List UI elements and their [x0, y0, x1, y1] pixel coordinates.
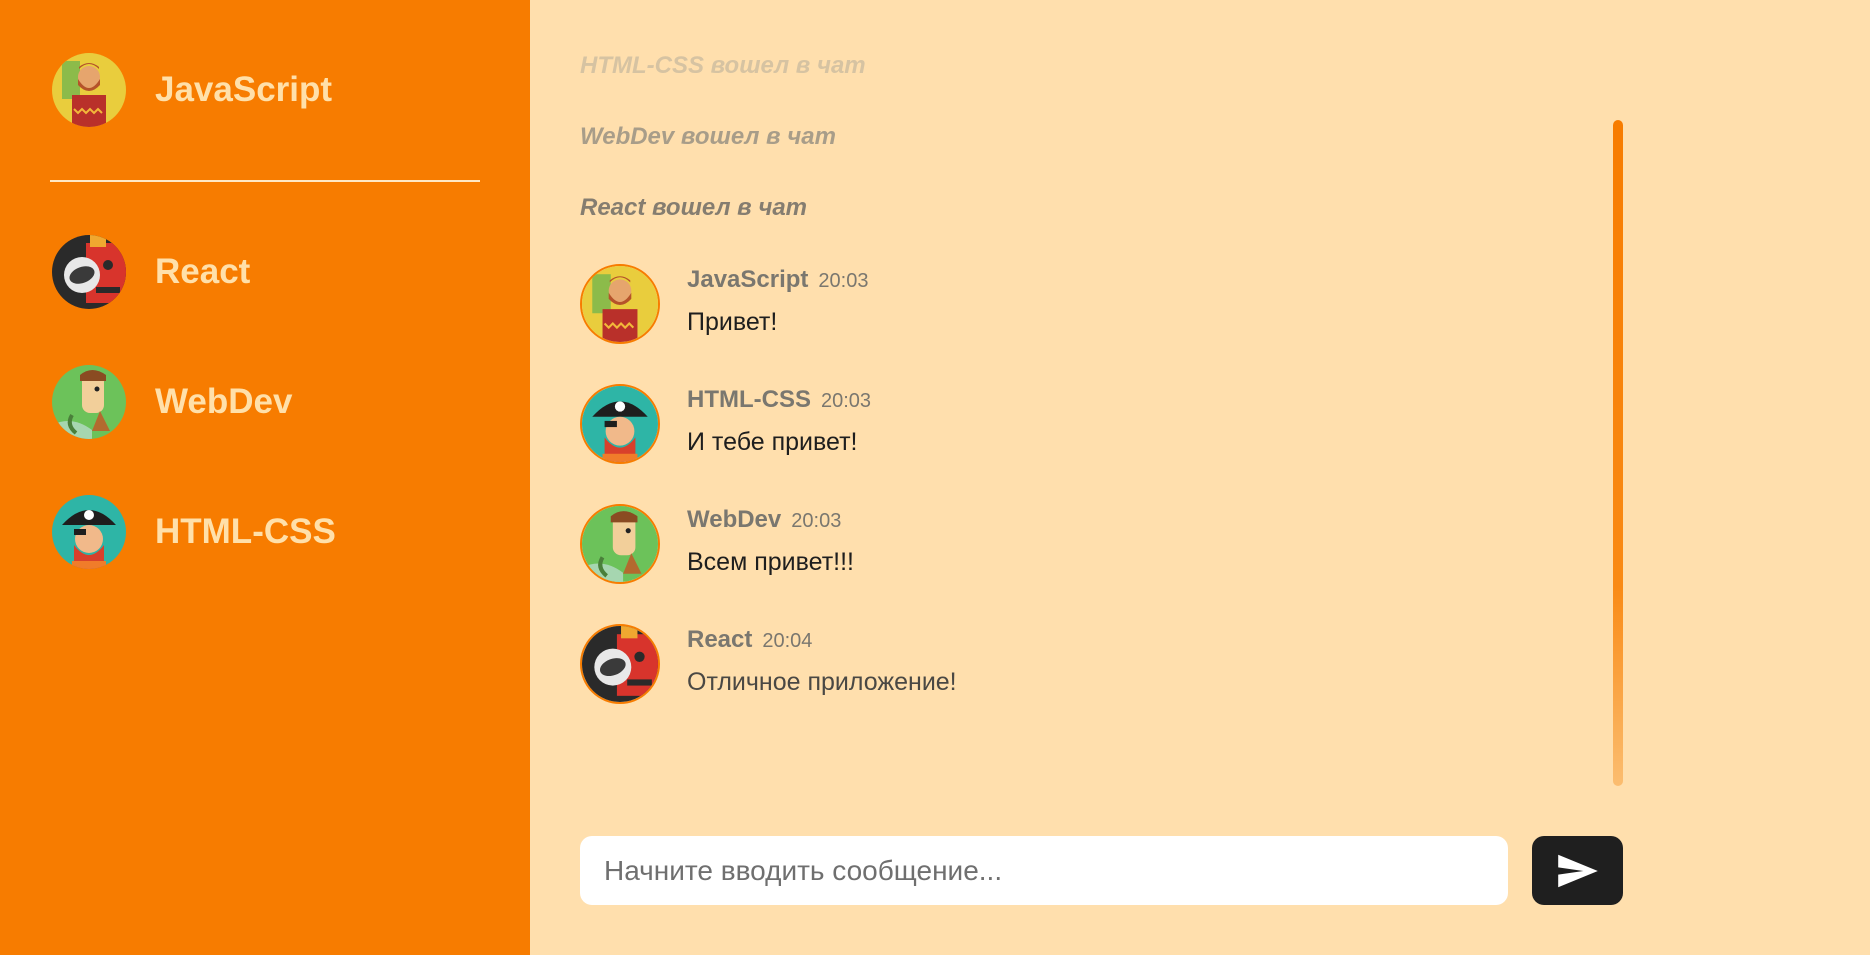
user-name: HTML-CSS: [155, 512, 336, 551]
message-scrollbar[interactable]: [1613, 120, 1623, 786]
message-time: 20:03: [820, 390, 872, 412]
message-author: React: [687, 626, 753, 653]
message-composer: [580, 836, 1508, 905]
user-item-react[interactable]: React: [52, 234, 336, 310]
user-item-html-css[interactable]: HTML-CSS: [52, 494, 336, 570]
message-item: HTML-CSS 20:03 И тебе привет!: [580, 384, 957, 464]
current-user-name: JavaScript: [155, 70, 333, 109]
message-text: Привет!: [687, 308, 778, 336]
green-adventurer-avatar-icon: [580, 504, 660, 584]
system-message: WebDev вошел в чат: [580, 123, 836, 150]
message-time: 20:03: [818, 270, 869, 292]
green-adventurer-avatar-icon: [52, 365, 126, 439]
send-button[interactable]: [1532, 836, 1623, 905]
bearded-hiker-avatar-icon: [52, 53, 126, 127]
chat-panel: HTML-CSS вошел в чат WebDev вошел в чат …: [530, 0, 1870, 955]
user-name: React: [155, 252, 251, 291]
current-user: JavaScript: [52, 52, 332, 128]
pirate-avatar-icon: [52, 495, 126, 569]
robot-astronaut-avatar-icon: [52, 235, 126, 309]
sidebar-divider: [50, 180, 480, 182]
paper-plane-icon: [1556, 853, 1600, 889]
message-item: JavaScript 20:03 Привет!: [580, 264, 957, 344]
system-message: React вошел в чат: [580, 194, 808, 221]
message-text: Всем привет!!!: [687, 548, 854, 576]
message-item: WebDev 20:03 Всем привет!!!: [580, 504, 957, 584]
robot-astronaut-avatar-icon: [580, 624, 660, 704]
message-item: React 20:04 Отличное приложение!: [580, 624, 957, 704]
bearded-hiker-avatar-icon: [580, 264, 660, 344]
message-author: WebDev: [687, 506, 782, 533]
message-input[interactable]: [602, 853, 1486, 888]
message-author: JavaScript: [687, 266, 809, 293]
message-author: HTML-CSS: [687, 386, 811, 413]
pirate-avatar-icon: [580, 384, 660, 464]
message-text: И тебе привет!: [687, 428, 858, 456]
message-text: Отличное приложение!: [687, 668, 957, 696]
user-item-webdev[interactable]: WebDev: [52, 364, 336, 440]
system-messages: HTML-CSS вошел в чат WebDev вошел в чат …: [580, 52, 866, 265]
system-message: HTML-CSS вошел в чат: [580, 52, 866, 79]
message-list[interactable]: JavaScript 20:03 Привет! HTML-CSS 20:03 …: [580, 264, 957, 744]
message-time: 20:03: [791, 510, 842, 532]
user-name: WebDev: [155, 382, 293, 421]
message-time: 20:04: [762, 630, 813, 652]
sidebar: JavaScript React WebDev HTML-CSS: [0, 0, 530, 955]
user-list: React WebDev HTML-CSS: [52, 234, 336, 624]
